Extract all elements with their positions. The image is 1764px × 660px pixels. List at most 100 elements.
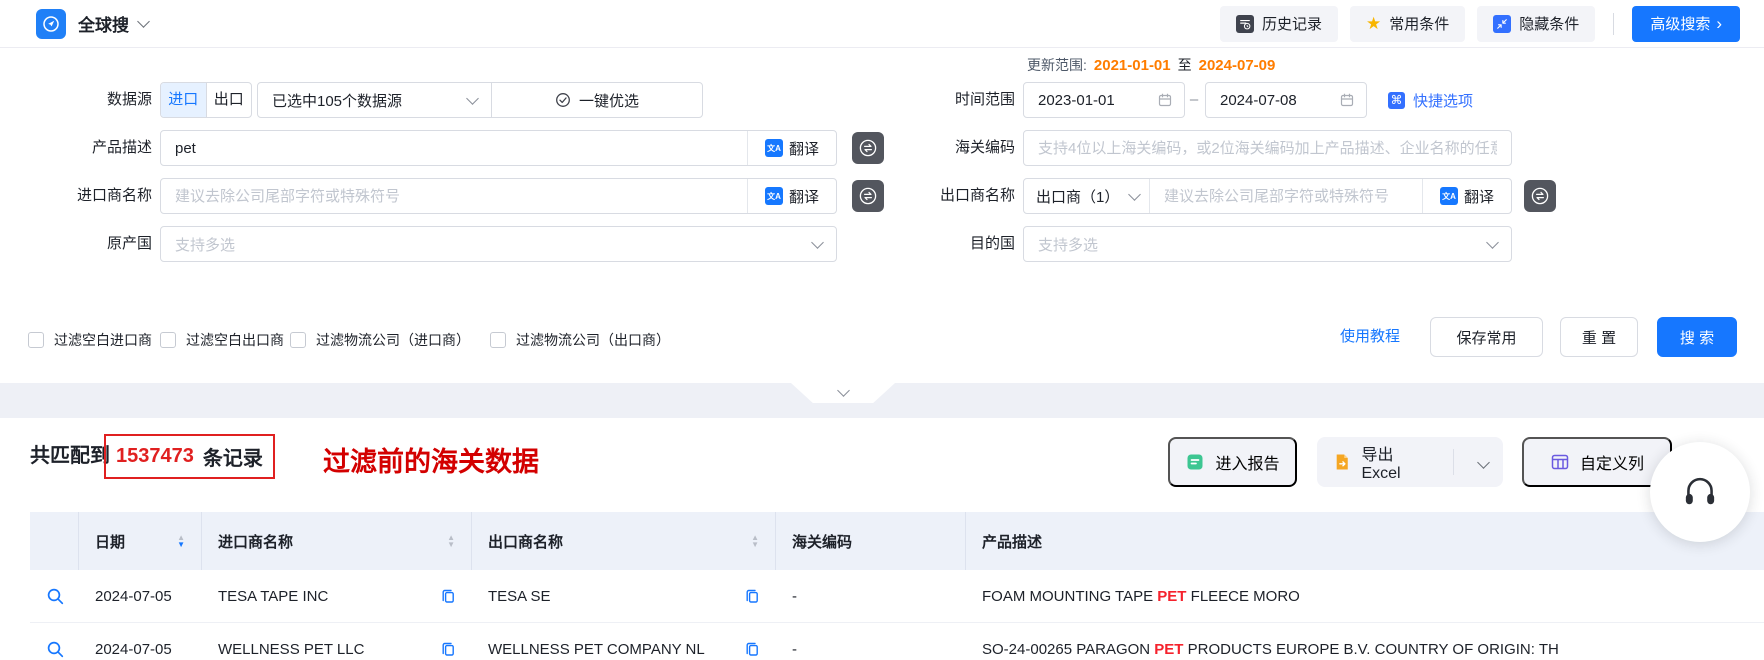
sort-desc-icon[interactable]: ▼: [751, 541, 759, 549]
importer-input[interactable]: [161, 187, 747, 205]
advanced-search-label: 高级搜索: [1650, 16, 1711, 33]
checkbox-label: 过滤物流公司（出口商）: [516, 332, 670, 348]
desc-keyword-highlight: PET: [1154, 640, 1184, 658]
update-range-end: 2024-07-09: [1198, 57, 1276, 74]
check-circle-icon: [556, 93, 570, 107]
data-source-select[interactable]: 已选中105个数据源: [258, 90, 468, 111]
chevron-down-icon[interactable]: [137, 15, 150, 28]
advanced-search-button[interactable]: 高级搜索 ›: [1632, 5, 1740, 42]
topbar: 全球搜 历史记录 ★ 常用条件 隐藏条件 高级搜索 ›: [0, 0, 1764, 48]
translate-button[interactable]: 文A 翻译: [747, 131, 836, 165]
one-click-optimize-button[interactable]: 一键优选: [491, 83, 702, 117]
row-detail-cell: [30, 570, 79, 622]
translate-icon: 文A: [764, 187, 783, 205]
column-header-exporter[interactable]: 出口商名称 ▲ ▼: [472, 512, 776, 570]
translate-icon: 文A: [764, 139, 783, 157]
translate-label: 翻译: [788, 188, 819, 206]
exporter-type-value: 出口商（1）: [1036, 188, 1120, 206]
column-title: 海关编码: [792, 533, 853, 551]
copy-icon[interactable]: [440, 588, 456, 604]
history-button[interactable]: 历史记录: [1220, 5, 1339, 42]
quick-options-button[interactable]: ⌘ 快捷选项: [1388, 82, 1473, 118]
magnifier-icon[interactable]: [46, 587, 64, 605]
sort-control[interactable]: ▲ ▼: [439, 534, 455, 549]
swap-translate-button[interactable]: [1524, 180, 1556, 212]
copy-icon[interactable]: [744, 588, 760, 604]
sort-control[interactable]: ▲ ▼: [169, 534, 185, 549]
results-panel: 共匹配到 1537473 条记录 过滤前的海关数据 进入报告 导出Excel 自…: [0, 418, 1764, 660]
magnifier-icon[interactable]: [46, 640, 64, 658]
checkbox-icon[interactable]: [28, 332, 44, 348]
translate-label: 翻译: [788, 140, 819, 158]
columns-icon: [1551, 454, 1569, 470]
checkbox-icon[interactable]: [290, 332, 306, 348]
chevron-right-icon: ›: [1716, 13, 1722, 33]
report-icon: [1187, 454, 1203, 470]
calendar-icon[interactable]: [1157, 92, 1173, 108]
desc-text: PRODUCTS EUROPE B.V. COUNTRY OF ORIGIN: …: [1183, 640, 1559, 658]
translate-button[interactable]: 文A 翻译: [747, 179, 836, 213]
export-excel-button[interactable]: 导出Excel: [1317, 437, 1443, 487]
export-excel-button-group: 导出Excel: [1317, 437, 1503, 487]
origin-country-select[interactable]: 支持多选: [160, 226, 837, 262]
hs-code-fieldbox: [1023, 130, 1512, 166]
importer-name: TESA TAPE INC: [218, 587, 329, 605]
column-header-importer[interactable]: 进口商名称 ▲ ▼: [202, 512, 472, 570]
favorites-button-label: 常用条件: [1389, 16, 1450, 33]
exporter-input[interactable]: [1150, 187, 1422, 205]
desc-text: FOAM MOUNTING TAPE: [982, 587, 1158, 605]
reset-button[interactable]: 重 置: [1560, 317, 1638, 357]
export-options-dropdown[interactable]: [1464, 437, 1503, 487]
date-cell: 2024-07-05: [95, 587, 172, 605]
star-icon: ★: [1366, 14, 1382, 33]
date-start-value[interactable]: 2023-01-01: [1024, 92, 1157, 109]
divider: [1613, 12, 1615, 35]
column-header-date[interactable]: 日期 ▲ ▼: [79, 512, 202, 570]
checkbox-filter-blank-exporter[interactable]: 过滤空白出口商: [160, 330, 284, 350]
checkbox-icon[interactable]: [160, 332, 176, 348]
table-row: 2024-07-05 WELLNESS PET LLC WELLNESS PET…: [30, 623, 1764, 660]
hs-code-label: 海关编码: [954, 139, 1015, 156]
update-range-start: 2021-01-01: [1093, 57, 1171, 74]
chevron-down-icon: [836, 384, 850, 397]
copy-icon[interactable]: [744, 641, 760, 657]
desc-text: SO-24-00265 PARAGON: [982, 640, 1155, 658]
calendar-icon[interactable]: [1339, 92, 1355, 108]
checkbox-filter-logistics-exporter[interactable]: 过滤物流公司（出口商）: [490, 330, 670, 350]
support-float-button[interactable]: [1650, 442, 1750, 542]
tab-export[interactable]: 出口: [207, 83, 252, 117]
red-annotation-text: 过滤前的海关数据: [323, 447, 539, 477]
hs-code-input[interactable]: [1024, 139, 1511, 157]
favorites-button[interactable]: ★ 常用条件: [1350, 5, 1466, 42]
save-common-button[interactable]: 保存常用: [1430, 317, 1543, 357]
checkbox-label: 过滤空白出口商: [186, 332, 284, 348]
checkbox-filter-logistics-importer[interactable]: 过滤物流公司（进口商）: [290, 330, 470, 350]
dest-country-select[interactable]: 支持多选: [1023, 226, 1512, 262]
copy-icon[interactable]: [440, 641, 456, 657]
sort-desc-icon[interactable]: ▼: [447, 541, 455, 549]
date-cell: 2024-07-05: [95, 640, 172, 658]
topbar-actions: 历史记录 ★ 常用条件 隐藏条件 高级搜索 ›: [1220, 5, 1740, 42]
product-desc-input[interactable]: [161, 139, 747, 157]
tab-import[interactable]: 进口: [161, 83, 206, 117]
date-end-value[interactable]: 2024-07-08: [1206, 92, 1339, 109]
customize-columns-label: 自定义列: [1579, 456, 1644, 473]
history-button-label: 历史记录: [1262, 16, 1323, 33]
sort-control[interactable]: ▲ ▼: [743, 534, 759, 549]
globe-icon: [43, 15, 59, 32]
tutorial-link[interactable]: 使用教程: [1340, 317, 1400, 357]
exporter-type-select[interactable]: 出口商（1）: [1024, 179, 1150, 213]
customize-columns-button[interactable]: 自定义列: [1522, 437, 1672, 487]
search-button[interactable]: 搜 索: [1657, 317, 1737, 357]
enter-report-button[interactable]: 进入报告: [1168, 437, 1297, 487]
excel-icon: [1336, 454, 1348, 470]
checkbox-icon[interactable]: [490, 332, 506, 348]
sort-desc-icon[interactable]: ▼: [177, 541, 185, 549]
divider: [1453, 449, 1454, 475]
checkbox-filter-blank-importer[interactable]: 过滤空白进口商: [28, 330, 152, 350]
column-title: 日期: [95, 533, 126, 551]
translate-button[interactable]: 文A 翻译: [1422, 179, 1511, 213]
hide-conditions-button[interactable]: 隐藏条件: [1477, 5, 1596, 42]
importer-cell: WELLNESS PET LLC: [202, 623, 472, 660]
date-range-separator: –: [1189, 91, 1199, 108]
